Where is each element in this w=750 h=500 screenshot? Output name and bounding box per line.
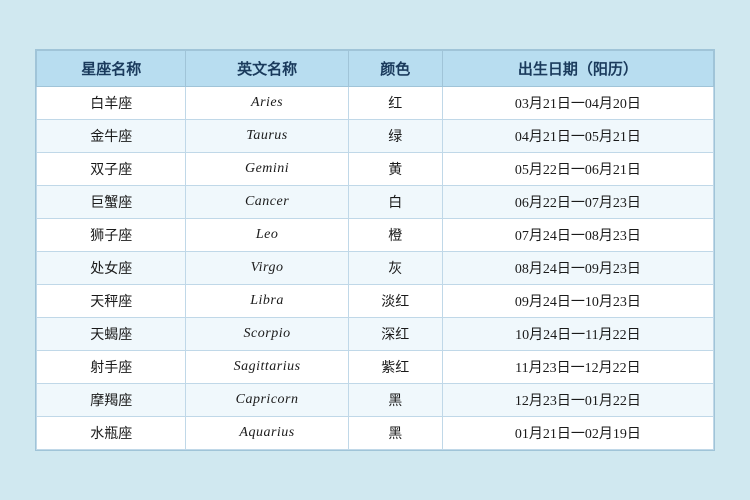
cell-color: 红 [348,87,442,120]
cell-color: 灰 [348,252,442,285]
cell-dates: 03月21日一04月20日 [442,87,713,120]
header-color: 颜色 [348,51,442,87]
table-row: 射手座Sagittarius紫红11月23日一12月22日 [37,351,714,384]
table-row: 处女座Virgo灰08月24日一09月23日 [37,252,714,285]
cell-dates: 06月22日一07月23日 [442,186,713,219]
cell-chinese-name: 射手座 [37,351,186,384]
cell-dates: 04月21日一05月21日 [442,120,713,153]
zodiac-table-container: 星座名称 英文名称 颜色 出生日期（阳历） 白羊座Aries红03月21日一04… [35,49,715,451]
cell-chinese-name: 天蝎座 [37,318,186,351]
cell-chinese-name: 处女座 [37,252,186,285]
table-row: 金牛座Taurus绿04月21日一05月21日 [37,120,714,153]
cell-english-name: Virgo [186,252,348,285]
cell-dates: 09月24日一10月23日 [442,285,713,318]
cell-color: 白 [348,186,442,219]
cell-color: 黑 [348,417,442,450]
cell-chinese-name: 巨蟹座 [37,186,186,219]
cell-color: 紫红 [348,351,442,384]
table-row: 天秤座Libra淡红09月24日一10月23日 [37,285,714,318]
cell-dates: 12月23日一01月22日 [442,384,713,417]
header-dates: 出生日期（阳历） [442,51,713,87]
cell-english-name: Sagittarius [186,351,348,384]
cell-dates: 08月24日一09月23日 [442,252,713,285]
cell-chinese-name: 双子座 [37,153,186,186]
cell-english-name: Leo [186,219,348,252]
cell-color: 淡红 [348,285,442,318]
header-english-name: 英文名称 [186,51,348,87]
table-row: 摩羯座Capricorn黑12月23日一01月22日 [37,384,714,417]
cell-english-name: Capricorn [186,384,348,417]
table-row: 双子座Gemini黄05月22日一06月21日 [37,153,714,186]
cell-chinese-name: 摩羯座 [37,384,186,417]
cell-dates: 05月22日一06月21日 [442,153,713,186]
cell-color: 黄 [348,153,442,186]
cell-chinese-name: 狮子座 [37,219,186,252]
cell-english-name: Cancer [186,186,348,219]
cell-english-name: Taurus [186,120,348,153]
table-row: 水瓶座Aquarius黑01月21日一02月19日 [37,417,714,450]
cell-english-name: Aries [186,87,348,120]
table-row: 白羊座Aries红03月21日一04月20日 [37,87,714,120]
table-row: 巨蟹座Cancer白06月22日一07月23日 [37,186,714,219]
cell-dates: 11月23日一12月22日 [442,351,713,384]
table-row: 狮子座Leo橙07月24日一08月23日 [37,219,714,252]
cell-color: 深红 [348,318,442,351]
cell-chinese-name: 白羊座 [37,87,186,120]
cell-color: 橙 [348,219,442,252]
zodiac-table: 星座名称 英文名称 颜色 出生日期（阳历） 白羊座Aries红03月21日一04… [36,50,714,450]
cell-dates: 01月21日一02月19日 [442,417,713,450]
cell-color: 黑 [348,384,442,417]
table-header-row: 星座名称 英文名称 颜色 出生日期（阳历） [37,51,714,87]
cell-english-name: Gemini [186,153,348,186]
cell-english-name: Aquarius [186,417,348,450]
cell-dates: 10月24日一11月22日 [442,318,713,351]
cell-dates: 07月24日一08月23日 [442,219,713,252]
cell-color: 绿 [348,120,442,153]
cell-chinese-name: 金牛座 [37,120,186,153]
table-row: 天蝎座Scorpio深红10月24日一11月22日 [37,318,714,351]
header-chinese-name: 星座名称 [37,51,186,87]
cell-english-name: Libra [186,285,348,318]
cell-chinese-name: 天秤座 [37,285,186,318]
cell-english-name: Scorpio [186,318,348,351]
cell-chinese-name: 水瓶座 [37,417,186,450]
